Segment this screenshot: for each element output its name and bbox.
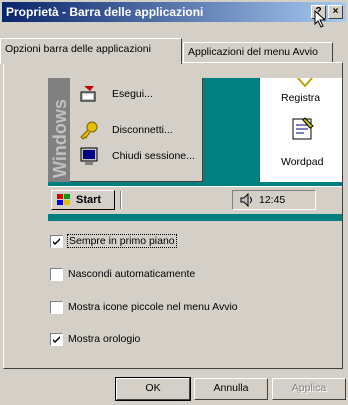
preview-taskbar: Start 12:45 (48, 186, 342, 214)
checkmark-icon (53, 238, 60, 245)
recorder-icon (297, 78, 313, 88)
menu-item-logoff: Disconnetti... (78, 120, 203, 142)
mouse-cursor-icon (314, 10, 327, 28)
run-icon (80, 86, 96, 102)
menu-item-logoff-label: Disconnetti... (112, 124, 173, 136)
start-menu-banner-text: Windows (50, 99, 70, 178)
window-title: Proprietà - Barra delle applicazioni (6, 5, 204, 19)
menu-item-run: Esegui... (78, 84, 203, 106)
start-button-label: Start (76, 194, 102, 206)
shutdown-icon (80, 147, 98, 165)
show-clock-checkbox[interactable] (50, 333, 63, 346)
volume-icon (240, 193, 252, 207)
always-on-top-checkbox[interactable] (50, 235, 63, 248)
always-on-top-label: Sempre in primo piano (67, 234, 177, 248)
desktop-icon-wordpad-label: Wordpad (281, 156, 324, 168)
system-tray: 12:45 (232, 190, 316, 210)
small-icons-label: Mostra icone piccole nel menu Avvio (68, 301, 238, 313)
desktop-icon-registra-label: Registra (281, 92, 321, 104)
preview-start-menu: Windows Esegui... Disconnetti... Chiudi … (48, 78, 203, 182)
cancel-button[interactable]: Annulla (194, 378, 268, 400)
auto-hide-label: Nascondi automaticamente (68, 268, 196, 280)
windows-logo-icon (57, 194, 70, 205)
auto-hide-checkbox[interactable] (50, 268, 63, 281)
taskbar-separator (120, 191, 122, 209)
tab-taskbar-options[interactable]: Opzioni barra delle applicazioni (0, 38, 182, 64)
wordpad-icon (292, 117, 314, 140)
small-icons-checkbox[interactable] (50, 301, 63, 314)
menu-item-shutdown: Chiudi sessione... (78, 146, 203, 168)
logoff-key-icon (80, 121, 98, 140)
properties-dialog: Proprietà - Barra delle applicazioni ? ×… (0, 0, 348, 405)
ok-button[interactable]: OK (115, 377, 191, 401)
tray-clock: 12:45 (259, 194, 286, 206)
preview-desktop-icons: Registra Wordpad (260, 78, 342, 182)
title-bar[interactable]: Proprietà - Barra delle applicazioni ? × (2, 2, 346, 22)
start-button: Start (51, 190, 115, 210)
tab-start-menu-programs-label: Applicazioni del menu Avvio (188, 46, 318, 58)
tab-taskbar-options-label: Opzioni barra delle applicazioni (5, 43, 151, 55)
close-button[interactable]: × (328, 5, 343, 19)
taskbar-preview: Windows Esegui... Disconnetti... Chiudi … (48, 78, 342, 221)
checkmark-icon (53, 336, 60, 343)
menu-item-shutdown-label: Chiudi sessione... (112, 150, 195, 162)
tab-start-menu-programs[interactable]: Applicazioni del menu Avvio (183, 42, 333, 63)
apply-button[interactable]: Applica (272, 378, 346, 400)
menu-item-run-label: Esegui... (112, 88, 153, 100)
start-menu-banner: Windows (48, 78, 70, 182)
show-clock-label: Mostra orologio (68, 333, 141, 345)
